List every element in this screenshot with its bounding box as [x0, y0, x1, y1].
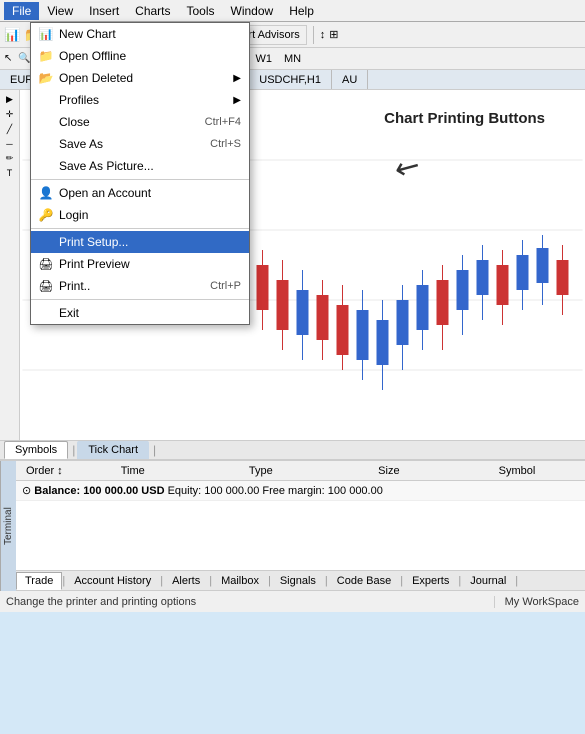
sort-icon[interactable]: ↕	[320, 29, 326, 41]
menu-open-deleted-label: Open Deleted	[59, 71, 133, 85]
menu-bar: File View Insert Charts Tools Window Hel…	[0, 0, 585, 22]
menu-print-preview[interactable]: 🖨 Print Preview	[31, 253, 249, 275]
new-chart-menu-icon: 📊	[37, 27, 55, 41]
menu-open-account-label: Open an Account	[59, 186, 151, 200]
balance-text: ⊙ Balance: 100 000.00 USD Equity: 100 00…	[22, 485, 383, 497]
chart-tab-sep2: |	[153, 443, 156, 457]
print-shortcut: Ctrl+P	[210, 280, 241, 292]
menu-print-label: Print..	[59, 279, 90, 293]
open-deleted-icon: 📂	[37, 71, 55, 85]
menu-open-offline-label: Open Offline	[59, 49, 126, 63]
tf-w1[interactable]: W1	[250, 52, 277, 66]
hline-icon[interactable]: ─	[6, 139, 12, 149]
menu-save-as[interactable]: Save As Ctrl+S	[31, 133, 249, 155]
terminal-panel: Terminal Order ↕ Time Type Size Symbol ⊙…	[0, 460, 585, 590]
menu-save-picture[interactable]: Save As Picture...	[31, 155, 249, 177]
col-symbol: Symbol	[453, 465, 581, 477]
terminal-tabs: Trade | Account History | Alerts | Mailb…	[16, 570, 585, 590]
menu-new-chart-label: New Chart	[59, 27, 116, 41]
terminal-tab-history[interactable]: Account History	[65, 572, 160, 590]
col-time: Time	[69, 465, 197, 477]
save-as-shortcut: Ctrl+S	[210, 138, 241, 150]
profiles-arrow: ▶	[233, 95, 241, 106]
status-left: Change the printer and printing options	[6, 596, 196, 608]
menu-exit-label: Exit	[59, 306, 79, 320]
menu-file[interactable]: File	[4, 2, 39, 20]
print-preview-icon: 🖨	[37, 257, 55, 271]
menu-help[interactable]: Help	[281, 2, 322, 20]
open-account-icon: 👤	[37, 186, 55, 200]
login-icon: 🔑	[37, 208, 55, 222]
menu-login-label: Login	[59, 208, 88, 222]
terminal-tab-experts[interactable]: Experts	[403, 572, 458, 590]
status-right: My WorkSpace	[494, 596, 579, 608]
menu-open-offline[interactable]: 📁 Open Offline	[31, 45, 249, 67]
menu-tools[interactable]: Tools	[179, 2, 223, 20]
open-deleted-arrow: ▶	[233, 73, 241, 84]
terminal-tab-signals[interactable]: Signals	[271, 572, 325, 590]
arrow-up-icon[interactable]: ▶	[6, 94, 13, 105]
toolbar-sep-4	[313, 26, 314, 44]
terminal-tab-codebase[interactable]: Code Base	[328, 572, 400, 590]
line-icon[interactable]: ╱	[7, 124, 12, 135]
status-bar: Change the printer and printing options …	[0, 590, 585, 612]
terminal-tab-trade[interactable]: Trade	[16, 572, 62, 590]
chart-tab-sep: |	[72, 443, 75, 457]
terminal-content: Order ↕ Time Type Size Symbol ⊙ Balance:…	[16, 461, 585, 590]
col-type: Type	[197, 465, 325, 477]
pair-tab-usdchf[interactable]: USDCHF,H1	[249, 70, 332, 89]
dropdown-sep-3	[31, 299, 249, 300]
menu-print[interactable]: 🖨 Print.. Ctrl+P	[31, 275, 249, 297]
grid-icon[interactable]: ⊞	[329, 28, 338, 41]
menu-print-setup[interactable]: Print Setup...	[31, 231, 249, 253]
menu-open-account[interactable]: 👤 Open an Account	[31, 182, 249, 204]
menu-window[interactable]: Window	[223, 2, 282, 20]
cursor-icon: ↖	[4, 53, 12, 64]
col-order: Order ↕	[20, 465, 69, 477]
terminal-tab-alerts[interactable]: Alerts	[163, 572, 209, 590]
menu-charts[interactable]: Charts	[127, 2, 178, 20]
file-dropdown-menu: 📊 New Chart 📁 Open Offline 📂 Open Delete…	[30, 22, 250, 325]
pair-tab-au[interactable]: AU	[332, 70, 368, 89]
menu-close-label: Close	[59, 115, 90, 129]
menu-exit[interactable]: Exit	[31, 302, 249, 324]
chart-tab-tick[interactable]: Tick Chart	[77, 441, 149, 459]
menu-save-as-label: Save As	[59, 137, 103, 151]
crosshair-icon[interactable]: ✛	[6, 109, 14, 120]
chart-annotation: Chart Printing Buttons	[384, 110, 545, 127]
chart-tab-symbols[interactable]: Symbols	[4, 441, 68, 459]
menu-login[interactable]: 🔑 Login	[31, 204, 249, 226]
dropdown-sep-2	[31, 228, 249, 229]
menu-save-picture-label: Save As Picture...	[59, 159, 154, 173]
menu-open-deleted[interactable]: 📂 Open Deleted ▶	[31, 67, 249, 89]
terminal-header: Order ↕ Time Type Size Symbol	[16, 461, 585, 481]
open-offline-icon: 📁	[37, 49, 55, 63]
dropdown-sep-1	[31, 179, 249, 180]
terminal-label[interactable]: Terminal	[0, 461, 16, 591]
print-icon: 🖨	[37, 279, 55, 293]
menu-print-setup-label: Print Setup...	[59, 235, 128, 249]
menu-close[interactable]: Close Ctrl+F4	[31, 111, 249, 133]
terminal-tab-journal[interactable]: Journal	[461, 572, 515, 590]
text-icon[interactable]: T	[7, 168, 13, 178]
menu-new-chart[interactable]: 📊 New Chart	[31, 23, 249, 45]
menu-profiles-label: Profiles	[59, 93, 99, 107]
new-chart-icon[interactable]: 📊	[4, 27, 20, 43]
left-sidebar: ▶ ✛ ╱ ─ ✏ T	[0, 90, 20, 440]
menu-insert[interactable]: Insert	[81, 2, 127, 20]
pen-icon[interactable]: ✏	[6, 153, 14, 164]
close-shortcut: Ctrl+F4	[205, 116, 241, 128]
balance-row: ⊙ Balance: 100 000.00 USD Equity: 100 00…	[16, 481, 585, 501]
menu-view[interactable]: View	[39, 2, 81, 20]
col-size: Size	[325, 465, 453, 477]
chart-tabs: Symbols | Tick Chart |	[0, 440, 585, 460]
tf-mn[interactable]: MN	[279, 52, 306, 66]
menu-profiles[interactable]: Profiles ▶	[31, 89, 249, 111]
menu-print-preview-label: Print Preview	[59, 257, 130, 271]
terminal-tab-mailbox[interactable]: Mailbox	[212, 572, 268, 590]
tab-sep-8: |	[515, 575, 518, 587]
